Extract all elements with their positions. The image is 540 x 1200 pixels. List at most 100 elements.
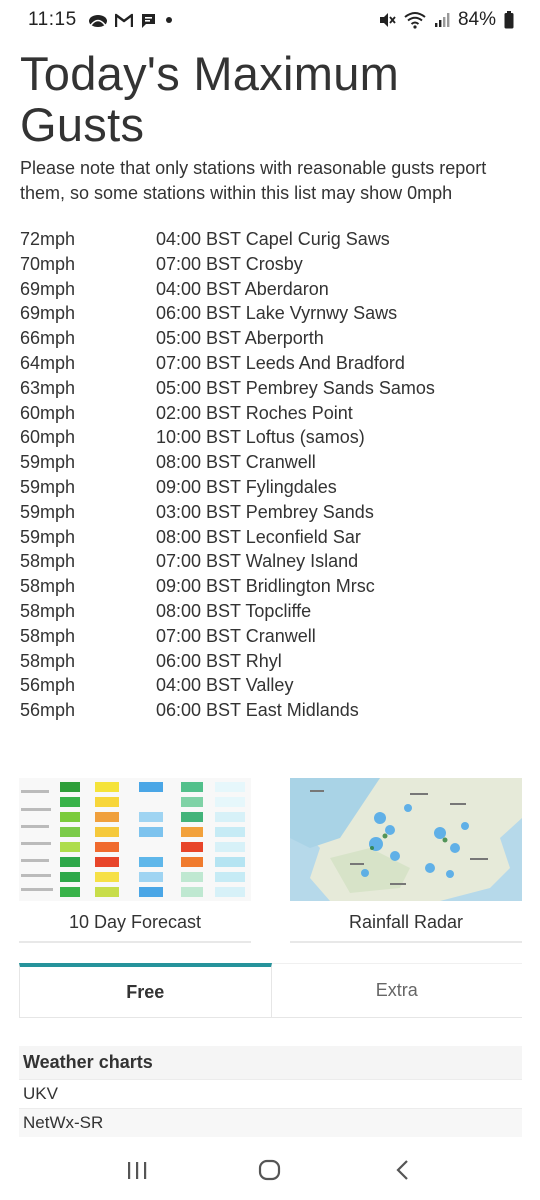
gust-time-station: 06:00 BST East Midlands [156,698,525,723]
gust-station-name: Capel Curig Saws [245,229,390,249]
gust-station-name: Leconfield Sar [245,526,361,547]
page-note: Please note that only stations with reas… [20,158,487,203]
gust-row: 64mph 07:00 BST Leeds And Bradford [20,351,525,376]
gust-time: 05:00 BST [156,377,241,398]
gust-row: 58mph 08:00 BST Topcliffe [20,599,525,624]
gust-row: 63mph 05:00 BST Pembrey Sands Samos [20,376,525,401]
forecast-table-thumbnail[interactable] [19,778,251,901]
gust-time: 07:00 BST [156,625,241,646]
gust-speed: 70mph [20,253,76,274]
gust-time-station: 10:00 BST Loftus (samos) [156,425,525,450]
gust-speed: 69mph [20,303,76,324]
gust-time-station: 04:00 BST Aberdaron [156,277,525,302]
gust-speed: 64mph [20,352,76,373]
status-right: 84% [378,9,514,31]
chart-link-ukv[interactable]: UKV [19,1079,522,1108]
gmail-icon [114,13,133,28]
gust-row: 56mph 04:00 BST Valley [20,673,525,698]
gust-speed: 58mph [20,650,76,671]
gust-speed: 60mph [20,402,76,423]
gust-time-station: 05:00 BST Aberporth [156,326,525,351]
gust-row: 59mph 08:00 BST Cranwell [20,450,525,475]
card-label-10-day-forecast[interactable]: 10 Day Forecast [19,901,251,943]
gust-time-station: 02:00 BST Roches Point [156,401,525,426]
gust-time: 04:00 BST [156,675,241,696]
gust-station-name: Cranwell [245,452,316,473]
card-label-rainfall-radar[interactable]: Rainfall Radar [290,901,522,943]
gust-station-name: Crosby [245,253,303,274]
gust-speed: 59mph [20,452,76,473]
gust-time-station: 07:00 BST Crosby [156,252,525,277]
gust-time: 09:00 BST [156,476,241,497]
gust-speed: 58mph [20,600,76,621]
tab-extra[interactable]: Extra [271,963,522,1017]
gust-time-station: 08:00 BST Topcliffe [156,599,525,624]
gust-row: 66mph 05:00 BST Aberporth [20,326,525,351]
gust-row: 58mph 07:00 BST Walney Island [20,549,525,574]
gust-time: 06:00 BST [156,650,241,671]
battery-icon [504,11,514,29]
gust-station-name: Bridlington Mrsc [245,576,375,597]
gust-time: 02:00 BST [156,402,241,423]
gust-station-name: Lake Vyrnwy Saws [245,303,398,324]
gust-time-station: 07:00 BST Leeds And Bradford [156,351,525,376]
gust-time-station: 08:00 BST Leconfield Sar [156,525,525,550]
gust-time: 04:00 BST [156,278,241,299]
gust-speed: 66mph [20,328,76,349]
home-button[interactable] [240,1150,300,1190]
status-left: 11:15 [28,9,174,31]
radar-map-thumbnail[interactable] [290,778,522,901]
gust-row: 58mph 09:00 BST Bridlington Mrsc [20,574,525,599]
signal-icon [434,12,450,28]
status-time: 11:15 [28,9,77,30]
tab-free[interactable]: Free [19,963,272,1017]
dot-icon [164,15,174,25]
gust-station-name: Valley [245,675,294,696]
gust-time-station: 05:00 BST Pembrey Sands Samos [156,376,525,401]
gust-time-station: 03:00 BST Pembrey Sands [156,500,525,525]
gust-time: 08:00 BST [156,452,241,473]
gust-station-name: Pembrey Sands [245,501,374,522]
gust-speed: 58mph [20,551,76,572]
system-nav-bar [0,1140,540,1200]
gust-list: 72mph 04:00 BST Capel Curig Saws 70mph 07:0… [20,227,525,723]
gust-row: 69mph 06:00 BST Lake Vyrnwy Saws [20,301,525,326]
gust-time: 06:00 BST [156,303,241,324]
gust-time: 10:00 BST [156,427,241,448]
chart-link-netwx-sr[interactable]: NetWx-SR [19,1108,522,1137]
battery-percent: 84% [457,9,496,30]
gust-row: 59mph 08:00 BST Leconfield Sar [20,525,525,550]
gust-row: 69mph 04:00 BST Aberdaron [20,277,525,302]
gust-speed: 58mph [20,576,76,597]
gust-row: 58mph 07:00 BST Cranwell [20,624,525,649]
gust-station-name: Pembrey Sands Samos [245,377,435,398]
gust-time: 09:00 BST [156,576,241,597]
gust-time: 07:00 BST [156,352,241,373]
gust-station-name: Aberporth [244,328,324,349]
gust-speed: 59mph [20,476,76,497]
card-rainfall-radar[interactable]: Rainfall Radar [290,778,522,943]
page-title: Today's Maximum Gusts [20,47,400,151]
gust-speed: 59mph [20,501,76,522]
gust-speed: 58mph [20,625,76,646]
gust-station-name: Fylingdales [245,476,337,497]
mute-icon [378,11,396,29]
gust-time: 05:00 BST [156,328,241,349]
gust-row: 72mph 04:00 BST Capel Curig Saws [20,227,525,252]
gust-station-name: Leeds And Bradford [245,352,405,373]
gust-time: 08:00 BST [156,526,241,547]
gust-time: 03:00 BST [156,501,241,522]
gust-time: 07:00 BST [156,551,241,572]
gust-time: 06:00 BST [156,700,241,721]
back-button[interactable] [373,1150,433,1190]
gust-speed: 72mph [20,229,76,249]
back-icon [396,1160,409,1180]
home-icon [258,1159,281,1181]
gust-speed: 69mph [20,278,76,299]
gust-row: 59mph 09:00 BST Fylingdales [20,475,525,500]
gust-station-name: Aberdaron [244,278,329,299]
recent-apps-button[interactable] [107,1150,167,1190]
gust-speed: 63mph [20,377,76,398]
cloud-icon [88,12,108,28]
card-10-day-forecast[interactable]: 10 Day Forecast [19,778,251,943]
